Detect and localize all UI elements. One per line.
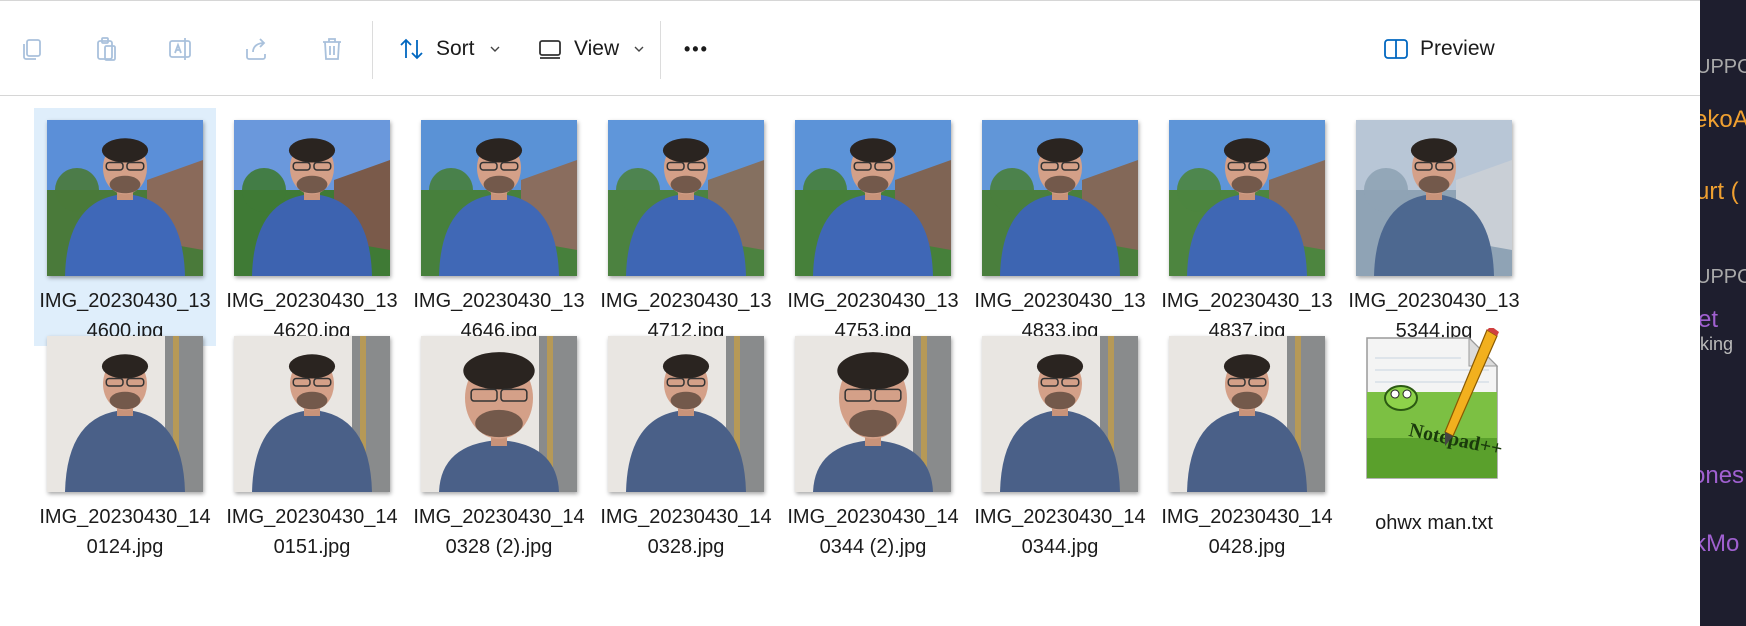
file-item[interactable]: IMG_20230430_140344.jpg [969, 324, 1151, 562]
side-text: UPPO [1700, 266, 1746, 288]
background-window-fragment: UPPO ekoA urt ( UPPO et rking ones kMo [1700, 0, 1746, 626]
delete-icon[interactable] [312, 29, 352, 69]
file-name: IMG_20230430_140151.jpg [226, 506, 398, 558]
side-text: UPPO [1700, 56, 1746, 78]
file-item[interactable]: IMG_20230430_134712.jpg [595, 108, 777, 346]
more-options-button[interactable]: ••• [684, 25, 709, 73]
image-thumbnail [1169, 120, 1325, 276]
side-text: ekoA [1700, 106, 1746, 133]
image-thumbnail [795, 336, 951, 492]
sort-button[interactable]: Sort [398, 25, 501, 73]
side-text: kMo [1700, 530, 1740, 557]
toolbar-separator [660, 21, 661, 79]
file-name: IMG_20230430_140328 (2).jpg [413, 506, 585, 558]
file-item[interactable]: IMG_20230430_134833.jpg [969, 108, 1151, 346]
image-thumbnail [982, 336, 1138, 492]
file-item[interactable]: IMG_20230430_140344 (2).jpg [782, 324, 964, 562]
image-thumbnail [1169, 336, 1325, 492]
file-name: IMG_20230430_140344 (2).jpg [787, 506, 959, 558]
file-item[interactable]: IMG_20230430_134837.jpg [1156, 108, 1338, 346]
sort-icon [400, 38, 423, 60]
image-thumbnail [982, 120, 1138, 276]
file-name: IMG_20230430_140124.jpg [39, 506, 211, 558]
image-thumbnail [1356, 120, 1512, 276]
view-button[interactable]: View [536, 25, 645, 73]
image-thumbnail [47, 336, 203, 492]
side-text: ones [1700, 462, 1745, 489]
image-thumbnail [234, 336, 390, 492]
side-text: rking [1700, 334, 1734, 354]
image-thumbnail [421, 336, 577, 492]
file-item[interactable]: IMG_20230430_135344.jpg [1343, 108, 1525, 346]
file-item[interactable]: IMG_20230430_140428.jpg [1156, 324, 1338, 562]
file-name: IMG_20230430_140428.jpg [1161, 506, 1333, 558]
file-item[interactable]: Notepad++ ohwx man.txt [1343, 324, 1525, 562]
file-name: ohwx man.txt [1375, 512, 1493, 534]
file-item[interactable]: IMG_20230430_140328.jpg [595, 324, 777, 562]
file-explorer-window: Sort View ••• Preview IMG_20230430_13460… [0, 0, 1700, 626]
file-item[interactable]: IMG_20230430_134620.jpg [221, 108, 403, 346]
more-icon: ••• [684, 38, 709, 59]
preview-button[interactable]: Preview [1382, 25, 1495, 73]
image-thumbnail [421, 120, 577, 276]
notepad-file-icon: Notepad++ [1349, 326, 1519, 498]
preview-label: Preview [1420, 37, 1495, 60]
copy-icon[interactable] [12, 29, 52, 69]
file-item[interactable]: IMG_20230430_140151.jpg [221, 324, 403, 562]
toolbar-separator [372, 21, 373, 79]
share-icon[interactable] [236, 29, 276, 69]
rename-icon[interactable] [160, 29, 200, 69]
command-bar: Sort View ••• Preview [0, 0, 1700, 96]
file-item[interactable]: IMG_20230430_134600.jpg [34, 108, 216, 346]
sort-label: Sort [436, 37, 475, 60]
view-icon [539, 40, 561, 59]
file-item[interactable]: IMG_20230430_140124.jpg [34, 324, 216, 562]
paste-icon[interactable] [86, 29, 126, 69]
file-name: IMG_20230430_140344.jpg [974, 506, 1146, 558]
file-name: IMG_20230430_140328.jpg [600, 506, 772, 558]
file-item[interactable]: IMG_20230430_140328 (2).jpg [408, 324, 590, 562]
chevron-down-icon [490, 46, 500, 52]
file-item[interactable]: IMG_20230430_134753.jpg [782, 108, 964, 346]
image-thumbnail [608, 120, 764, 276]
preview-pane-icon [1384, 39, 1408, 59]
side-text: urt ( [1700, 178, 1739, 205]
file-grid: IMG_20230430_134600.jpg IMG_20230430_1346… [0, 96, 1700, 626]
file-item[interactable]: IMG_20230430_134646.jpg [408, 108, 590, 346]
chevron-down-icon [634, 46, 644, 52]
image-thumbnail [234, 120, 390, 276]
side-text: et [1700, 306, 1719, 333]
image-thumbnail [795, 120, 951, 276]
image-thumbnail [608, 336, 764, 492]
image-thumbnail [47, 120, 203, 276]
view-label: View [574, 37, 620, 60]
